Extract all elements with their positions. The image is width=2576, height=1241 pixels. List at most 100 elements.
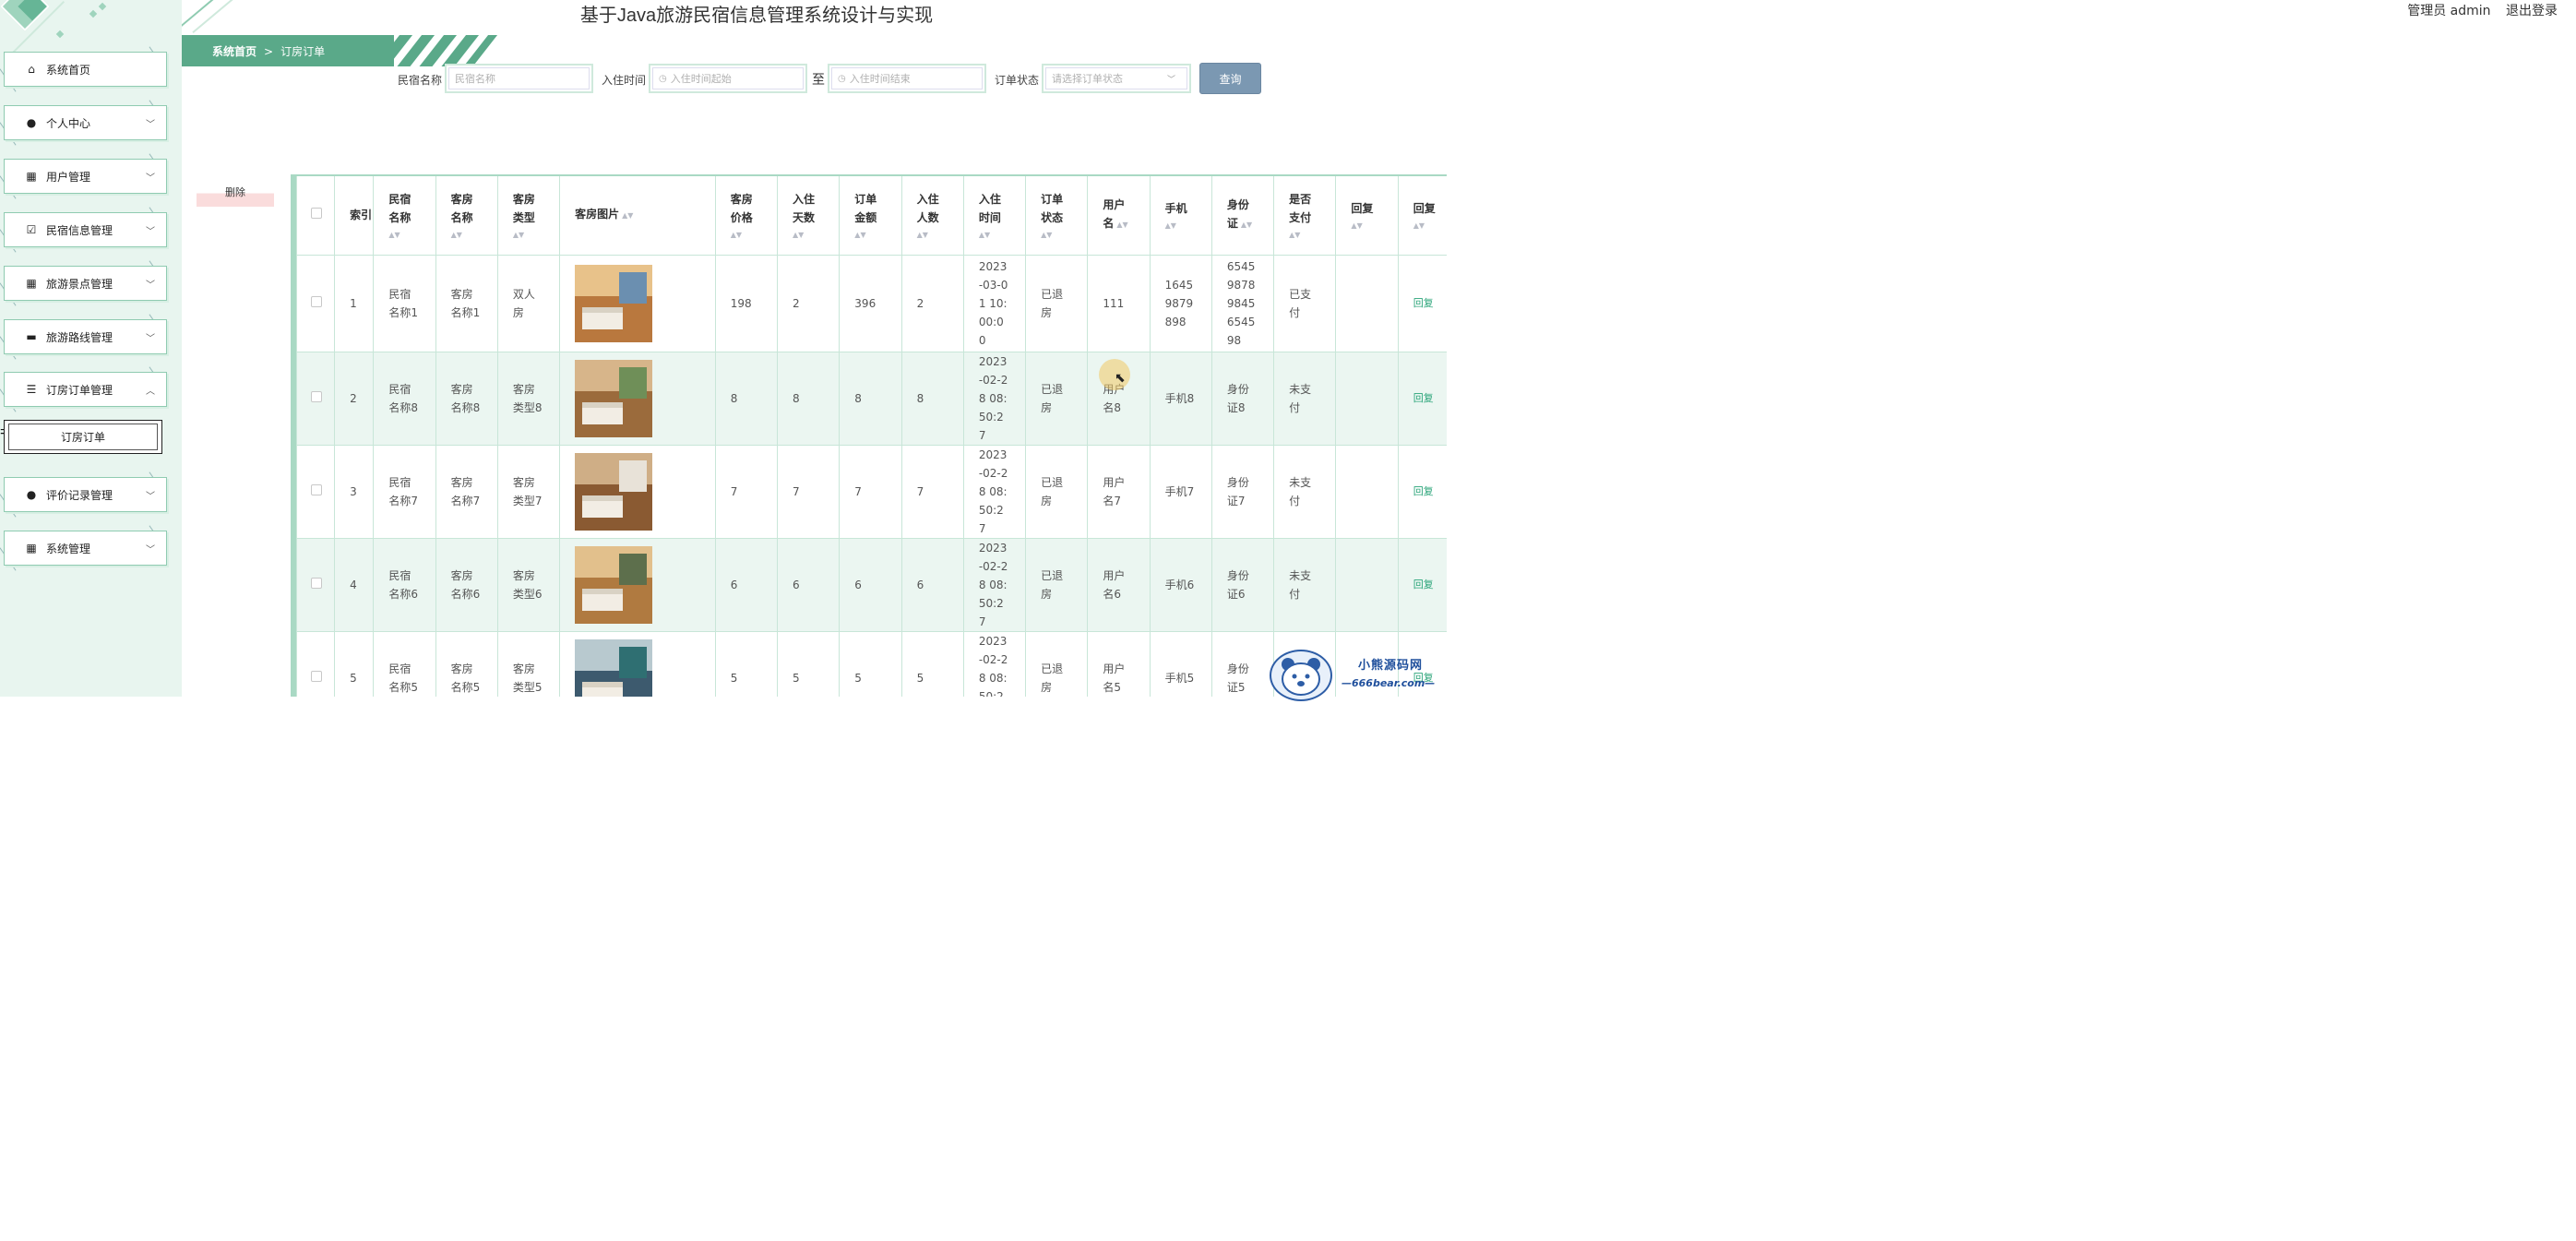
- homestay-name-input[interactable]: 民宿名称: [445, 64, 593, 93]
- col-phone[interactable]: 手机 ▲▼: [1149, 174, 1212, 256]
- sidebar-item-label: 订房订单管理: [46, 383, 113, 397]
- row-checkbox[interactable]: [311, 295, 322, 307]
- table-header-row: 索引 民宿名称 ▲▼ 客房名称 ▲▼ 客房类型 ▲▼ 客房图片 ▲▼ 客房价格 ▲▼ 入住…: [296, 174, 1447, 256]
- reply-link[interactable]: 回复: [1413, 485, 1434, 497]
- table-row[interactable]: 1 民宿名称1 客房名称1 双人房 198 2 396 2 2023-03-01 10:00:0…: [296, 254, 1447, 352]
- checkin-end-input[interactable]: ◷ 入住时间结束: [828, 64, 986, 93]
- col-paid[interactable]: 是否支付 ▲▼: [1273, 174, 1337, 256]
- sidebar-item-3[interactable]: ▦ 用户管理 ﹀: [4, 159, 167, 194]
- sidebar-item-8[interactable]: ● 评价记录管理 ﹀: [4, 477, 167, 512]
- col-index: 索引: [334, 174, 375, 256]
- sidebar-item-2[interactable]: ● 个人中心 ﹀: [4, 105, 167, 140]
- clipboard-check-icon: ☑: [26, 223, 37, 236]
- col-room-name[interactable]: 客房名称 ▲▼: [435, 174, 498, 256]
- breadcrumb-home[interactable]: 系统首页: [212, 45, 256, 58]
- cell-room-type: 双人房: [496, 254, 561, 352]
- cell-price: 8: [714, 351, 779, 446]
- col-id-card[interactable]: 身份证 ▲▼: [1210, 174, 1275, 256]
- sidebar-item-1[interactable]: ⌂ 系统首页: [4, 52, 167, 87]
- col-people[interactable]: 入住人数 ▲▼: [900, 174, 964, 256]
- col-price[interactable]: 客房价格 ▲▼: [714, 174, 779, 256]
- room-photo[interactable]: [575, 264, 653, 342]
- query-button[interactable]: 查询: [1199, 63, 1261, 94]
- homestay-name-placeholder: 民宿名称: [455, 73, 495, 85]
- cell-status: 已退房: [1025, 254, 1089, 352]
- sidebar-item-label: 评价记录管理: [46, 488, 113, 502]
- sidebar-item-label: 民宿信息管理: [46, 223, 113, 237]
- col-amount[interactable]: 订单金额 ▲▼: [839, 174, 902, 256]
- sort-icon[interactable]: ▲▼: [731, 231, 762, 240]
- col-days[interactable]: 入住天数 ▲▼: [777, 174, 841, 256]
- page-title: 基于Java旅游民宿信息管理系统设计与实现: [579, 6, 934, 26]
- logout-link[interactable]: 退出登录: [2506, 4, 2558, 18]
- cell-status: 已退房: [1025, 444, 1089, 539]
- reply-link[interactable]: 回复: [1413, 392, 1434, 404]
- sort-icon[interactable]: ▲▼: [1041, 231, 1072, 240]
- cell-people: 2: [900, 254, 964, 352]
- delete-button[interactable]: 删除: [197, 183, 274, 207]
- order-status-select[interactable]: 请选择订单状态 ﹀: [1042, 64, 1191, 93]
- table-row[interactable]: 2 民宿名称8 客房名称8 客房类型8 8 8 8 8 2023-02-28 08:50:27 已…: [296, 351, 1447, 446]
- sort-icon[interactable]: ▲▼: [1116, 221, 1127, 229]
- reply-link[interactable]: 回复: [1413, 297, 1434, 309]
- table-row[interactable]: 3 民宿名称7 客房名称7 客房类型7 7 7 7 7 2023-02-28 08:50:27 已…: [296, 444, 1447, 539]
- chevron-down-icon: ﹀: [146, 334, 155, 344]
- sidebar-item-9[interactable]: ▦ 系统管理 ﹀: [4, 531, 167, 566]
- sort-icon[interactable]: ▲▼: [513, 231, 544, 240]
- room-photo[interactable]: [575, 359, 653, 437]
- reply-link[interactable]: 回复: [1413, 579, 1434, 591]
- col-reply[interactable]: 回复 ▲▼: [1335, 174, 1399, 256]
- room-photo[interactable]: [575, 638, 653, 698]
- sort-icon[interactable]: ▲▼: [1241, 221, 1252, 229]
- sort-icon[interactable]: ▲▼: [1165, 221, 1197, 231]
- sidebar-item-4[interactable]: ☑ 民宿信息管理 ﹀: [4, 212, 167, 247]
- cell-index: 3: [334, 444, 375, 539]
- cell-username: 用户名5: [1087, 630, 1151, 697]
- sort-icon[interactable]: ▲▼: [622, 211, 633, 220]
- cell-checkin-time: 2023-02-28 08:50:27: [962, 351, 1027, 446]
- cell-action: 回复: [1397, 254, 1447, 352]
- sort-icon[interactable]: ▲▼: [451, 231, 483, 240]
- sort-icon[interactable]: ▲▼: [793, 231, 824, 240]
- sort-icon[interactable]: ▲▼: [917, 231, 948, 240]
- admin-username: 管理员 admin: [2407, 4, 2491, 18]
- sort-icon[interactable]: ▲▼: [854, 231, 886, 240]
- select-all-checkbox[interactable]: [311, 208, 322, 220]
- room-photo[interactable]: [575, 452, 653, 531]
- sidebar-item-5[interactable]: ▦ 旅游景点管理 ﹀: [4, 266, 167, 301]
- cell-id-card: 身份证7: [1210, 444, 1275, 539]
- sort-icon[interactable]: ▲▼: [1413, 221, 1445, 231]
- sort-icon[interactable]: ▲▼: [1289, 231, 1320, 240]
- row-checkbox[interactable]: [311, 577, 322, 589]
- cell-id-card: 654598789845654598: [1210, 254, 1275, 352]
- cell-amount: 5: [839, 630, 902, 697]
- row-checkbox[interactable]: [311, 670, 322, 682]
- decoration-dot: [98, 2, 107, 11]
- col-username[interactable]: 用户名 ▲▼: [1087, 174, 1151, 256]
- sidebar-item-7[interactable]: ☰ 订房订单管理 ︿: [4, 372, 167, 407]
- sidebar-item-label: 系统首页: [46, 63, 91, 77]
- col-room-type[interactable]: 客房类型 ▲▼: [496, 174, 561, 256]
- row-checkbox[interactable]: [311, 483, 322, 495]
- room-photo[interactable]: [575, 545, 653, 624]
- table-row[interactable]: 4 民宿名称6 客房名称6 客房类型6 6 6 6 6 2023-02-28 08:50:27 已…: [296, 537, 1447, 632]
- sort-icon[interactable]: ▲▼: [388, 231, 420, 240]
- checkin-start-input[interactable]: ◷ 入住时间起始: [649, 64, 807, 93]
- sidebar-item-6[interactable]: ▬ 旅游路线管理 ﹀: [4, 319, 167, 354]
- cell-checkin-time: 2023-03-01 10:00:00: [962, 254, 1027, 352]
- col-checkin-time[interactable]: 入住时间 ▲▼: [962, 174, 1027, 256]
- row-checkbox[interactable]: [311, 390, 322, 402]
- cell-room-image: [559, 254, 716, 352]
- col-people-label: 入住人数: [916, 193, 939, 225]
- col-status[interactable]: 订单状态 ▲▼: [1025, 174, 1089, 256]
- col-room-image[interactable]: 客房图片 ▲▼: [559, 174, 716, 256]
- chevron-up-icon: ︿: [146, 387, 155, 397]
- clock-icon: ◷: [838, 73, 846, 84]
- sort-icon[interactable]: ▲▼: [1351, 221, 1382, 231]
- list-icon: ☰: [26, 383, 37, 396]
- col-homestay[interactable]: 民宿名称 ▲▼: [373, 174, 436, 256]
- col-reply-action[interactable]: 回复 ▲▼: [1397, 174, 1447, 256]
- cell-action: 回复: [1397, 351, 1447, 446]
- sidebar-subitem-booking-orders[interactable]: 订房订单: [4, 420, 162, 454]
- sort-icon[interactable]: ▲▼: [979, 231, 1010, 240]
